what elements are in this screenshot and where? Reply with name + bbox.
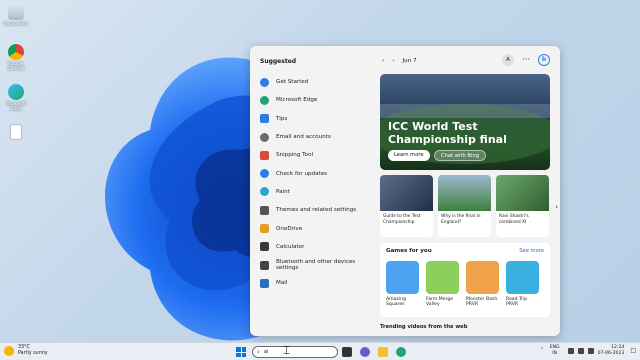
game-image: [386, 261, 419, 294]
mail-icon: [260, 278, 269, 288]
edge-icon: [260, 95, 269, 105]
notifications-icon[interactable]: □: [630, 348, 636, 354]
taskbar-search-box[interactable]: ⌕ ai: [252, 346, 338, 358]
taskbar: 33°C Partly sunny ⌕ ai ⌃ ENG IN 12:24 07…: [0, 342, 640, 360]
desktop-icon-label: Google Chrome: [7, 62, 25, 72]
tray-overflow-icon[interactable]: ⌃: [540, 348, 544, 354]
start-button[interactable]: [236, 347, 246, 357]
game-image: [466, 261, 499, 294]
brush-icon: [260, 205, 269, 215]
search-icon: ⌕: [257, 349, 260, 355]
desktop-icon-edge[interactable]: Microsoft Edge: [2, 84, 30, 112]
recycle-bin-icon: [8, 4, 24, 20]
tips-icon: [260, 114, 269, 124]
text-cursor-icon: ⌶: [283, 343, 291, 357]
bing-icon[interactable]: b: [538, 54, 550, 66]
file-explorer-icon[interactable]: [378, 347, 388, 357]
suggested-item-bluetooth[interactable]: Bluetooth and other devices settings: [260, 256, 366, 274]
desktop-icon-label: Recycle Bin: [3, 22, 29, 27]
highlights-date: Jun 7: [402, 58, 417, 64]
trending-videos-heading[interactable]: Trending videos from the web: [380, 324, 467, 330]
games-section: Games for you See more Amazing Squares F…: [380, 243, 550, 317]
highlights-topbar: ‹ › Jun 7 A ··· b: [376, 54, 554, 68]
system-tray: ⌃ ENG IN 12:24 07-06-2023 □: [540, 345, 636, 357]
task-view-icon[interactable]: [342, 347, 352, 357]
desktop-icon-label: Microsoft Edge: [6, 102, 26, 112]
next-arrow-icon[interactable]: ›: [392, 58, 394, 64]
update-icon: [260, 169, 269, 179]
hero-card[interactable]: ICC World Test Championship final Learn …: [380, 74, 550, 170]
weather-widget[interactable]: 33°C Partly sunny: [4, 345, 48, 357]
suggested-item-calculator[interactable]: Calculator: [260, 238, 366, 256]
game-tile[interactable]: Road Trip PRVR: [506, 261, 539, 308]
suggested-item-get-started[interactable]: Get Started: [260, 73, 366, 91]
game-image: [506, 261, 539, 294]
suggested-item-email-accounts[interactable]: Email and accounts: [260, 128, 366, 146]
search-highlights: ‹ › Jun 7 A ··· b ICC World Test Champio…: [376, 46, 560, 336]
desktop-icon-file[interactable]: [2, 124, 30, 142]
card-image: [380, 175, 433, 211]
suggested-item-snipping-tool[interactable]: Snipping Tool: [260, 146, 366, 164]
battery-icon[interactable]: [587, 348, 594, 354]
wifi-icon[interactable]: [567, 348, 574, 354]
news-card[interactable]: Guide to the Test Championship: [380, 175, 433, 237]
language-indicator[interactable]: ENG IN: [550, 345, 560, 357]
suggested-item-edge[interactable]: Microsoft Edge: [260, 91, 366, 109]
news-card[interactable]: Ravi Shastri's combined XI: [496, 175, 549, 237]
edge-icon: [8, 84, 24, 100]
suggested-item-check-updates[interactable]: Check for updates: [260, 164, 366, 182]
weather-desc: Partly sunny: [18, 351, 48, 356]
bluetooth-icon: [260, 260, 269, 270]
snipping-tool-icon: [260, 150, 269, 160]
get-started-icon: [260, 77, 269, 87]
suggested-list: Suggested Get Started Microsoft Edge Tip…: [250, 46, 376, 336]
search-panel: Suggested Get Started Microsoft Edge Tip…: [250, 46, 560, 336]
weather-icon: [4, 346, 14, 356]
chrome-icon: [8, 44, 24, 60]
game-tile[interactable]: Monster Bash PRVR: [466, 261, 499, 308]
onedrive-icon: [260, 224, 269, 234]
card-image: [438, 175, 491, 211]
desktop-icon-chrome[interactable]: Google Chrome: [2, 44, 30, 72]
games-title: Games for you: [386, 248, 432, 254]
clock[interactable]: 12:24 07-06-2023: [598, 345, 625, 357]
suggested-item-tips[interactable]: Tips: [260, 110, 366, 128]
prev-arrow-icon[interactable]: ‹: [382, 58, 384, 64]
more-options-icon[interactable]: ···: [522, 54, 530, 66]
search-query: ai: [263, 349, 269, 355]
suggested-item-paint[interactable]: Paint: [260, 183, 366, 201]
person-icon: [260, 132, 269, 142]
game-image: [426, 261, 459, 294]
card-image: [496, 175, 549, 211]
suggested-title: Suggested: [260, 58, 297, 65]
suggested-item-onedrive[interactable]: OneDrive: [260, 219, 366, 237]
game-tile[interactable]: Amazing Squares: [386, 261, 419, 308]
game-tile[interactable]: Farm Merge Valley: [426, 261, 459, 308]
paint-icon: [260, 187, 269, 197]
avatar[interactable]: A: [502, 54, 514, 66]
file-icon: [10, 124, 22, 140]
edge-taskbar-icon[interactable]: [396, 347, 406, 357]
learn-more-button[interactable]: Learn more: [388, 150, 430, 161]
chat-with-bing-button[interactable]: Chat with Bing: [434, 150, 487, 161]
suggested-item-mail[interactable]: Mail: [260, 274, 366, 292]
desktop-icon-recycle-bin[interactable]: Recycle Bin: [2, 4, 30, 27]
chat-icon[interactable]: [360, 347, 370, 357]
hero-title: ICC World Test Championship final: [388, 120, 507, 146]
news-cards: Guide to the Test Championship Why is th…: [380, 175, 558, 237]
news-card[interactable]: Why is the final in England?: [438, 175, 491, 237]
see-more-link[interactable]: See more: [519, 248, 544, 254]
volume-icon[interactable]: [577, 348, 584, 354]
cards-next-icon[interactable]: ›: [555, 203, 558, 211]
suggested-item-themes[interactable]: Themes and related settings: [260, 201, 366, 219]
calculator-icon: [260, 242, 269, 252]
